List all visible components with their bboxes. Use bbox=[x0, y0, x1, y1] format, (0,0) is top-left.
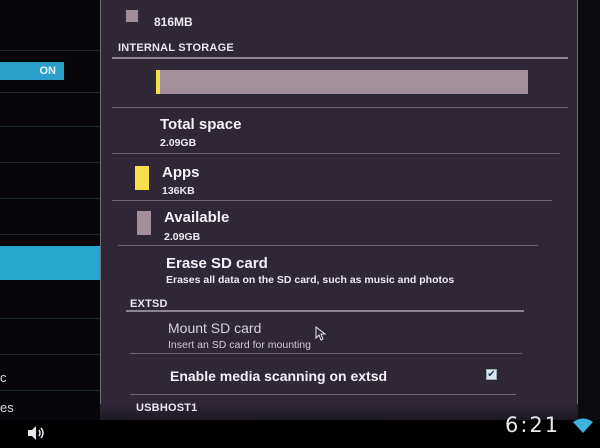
section-divider bbox=[112, 57, 568, 59]
left-divider bbox=[0, 50, 100, 51]
apps-value: 136KB bbox=[162, 185, 195, 197]
apps-title: Apps bbox=[162, 164, 200, 181]
left-divider bbox=[0, 318, 100, 319]
row-divider bbox=[130, 394, 516, 395]
left-item-partial-label[interactable]: c bbox=[0, 370, 7, 385]
left-item-partial-label[interactable]: es bbox=[0, 400, 14, 415]
speaker-icon[interactable] bbox=[26, 425, 46, 441]
storage-usage-bar bbox=[156, 70, 528, 94]
status-clock: 6:21 bbox=[505, 413, 561, 437]
storage-usage-bar-used bbox=[156, 70, 160, 94]
storage-top-value: 816MB bbox=[154, 15, 193, 29]
left-divider bbox=[0, 390, 100, 391]
section-header-usbhost1: USBHOST1 bbox=[136, 402, 198, 414]
section-divider bbox=[126, 310, 524, 312]
row-divider bbox=[112, 200, 552, 201]
row-divider bbox=[112, 107, 568, 108]
section-header-extsd: EXTSD bbox=[130, 298, 168, 310]
left-divider bbox=[0, 92, 100, 93]
total-space-value: 2.09GB bbox=[160, 137, 197, 149]
mouse-pointer-icon bbox=[315, 326, 326, 341]
apps-color-swatch bbox=[135, 166, 149, 190]
total-space-title: Total space bbox=[160, 116, 242, 133]
checkmark-icon: ✔ bbox=[487, 368, 496, 380]
toggle-on-switch[interactable]: ON bbox=[0, 62, 64, 80]
left-divider bbox=[0, 198, 100, 199]
row-divider bbox=[118, 245, 538, 246]
mount-sd-card-summary: Insert an SD card for mounting bbox=[168, 339, 311, 351]
left-divider bbox=[0, 354, 100, 355]
available-title: Available bbox=[164, 209, 230, 226]
left-divider bbox=[0, 162, 100, 163]
left-divider bbox=[0, 126, 100, 127]
left-divider bbox=[0, 234, 100, 235]
row-divider bbox=[112, 153, 560, 154]
toggle-label: ON bbox=[39, 65, 57, 77]
erase-sd-card-title: Erase SD card bbox=[166, 255, 268, 272]
storage-color-swatch bbox=[126, 10, 138, 22]
erase-sd-card-summary: Erases all data on the SD card, such as … bbox=[166, 274, 455, 286]
section-header-internal-storage: INTERNAL STORAGE bbox=[118, 42, 234, 54]
media-scanning-checkbox[interactable]: ✔ bbox=[486, 369, 497, 380]
wifi-icon bbox=[573, 418, 593, 433]
mount-sd-card-title: Mount SD card bbox=[168, 320, 262, 336]
available-value: 2.09GB bbox=[164, 231, 201, 243]
available-color-swatch bbox=[137, 211, 151, 235]
left-selected-item[interactable] bbox=[0, 246, 100, 280]
media-scanning-title: Enable media scanning on extsd bbox=[170, 368, 388, 384]
row-divider bbox=[130, 353, 522, 354]
